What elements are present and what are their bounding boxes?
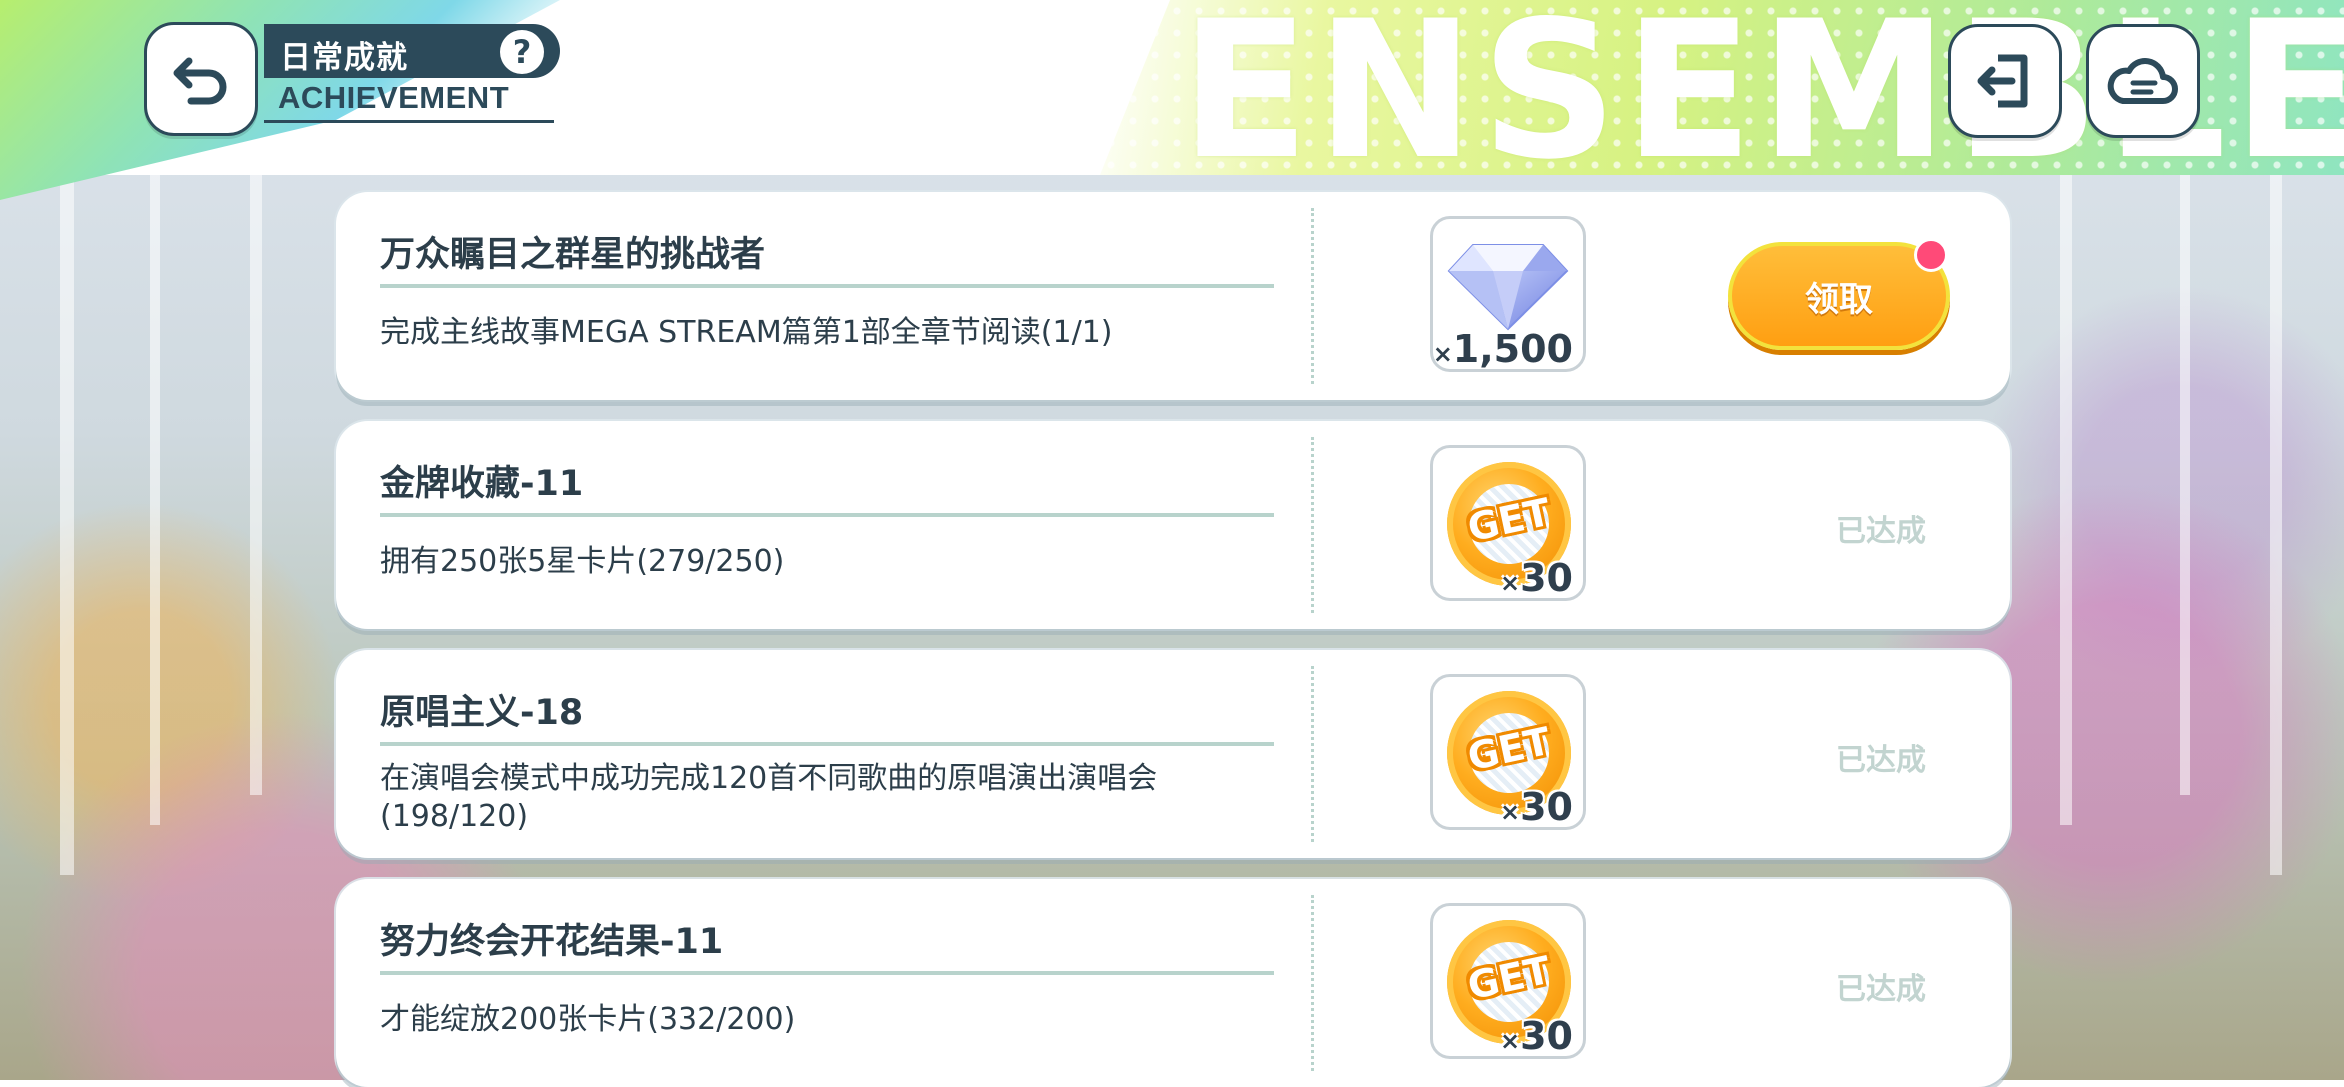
help-icon[interactable]: ? [500, 30, 544, 74]
exit-button[interactable] [1948, 24, 2062, 138]
column-separator [1311, 666, 1314, 842]
window-frame [150, 175, 160, 825]
column-separator [1311, 208, 1314, 384]
reward-quantity: ×30 [1500, 556, 1573, 600]
achievement-card: 万众瞩目之群星的挑战者 完成主线故事MEGA STREAM篇第1部全章节阅读(1… [336, 192, 2010, 400]
window-frame [250, 175, 262, 795]
achievement-title: 万众瞩目之群星的挑战者 [380, 235, 766, 275]
exit-icon [1977, 54, 2028, 108]
achievement-card: 努力终会开花结果-11 才能绽放200张卡片(332/200) GET ×30 … [336, 879, 2010, 1087]
achievement-card: 原唱主义-18 在演唱会模式中成功完成120首不同歌曲的原唱演出演唱会(198/… [336, 650, 2010, 858]
reward-quantity: ×30 [1500, 785, 1573, 829]
cloud-menu-icon [2107, 58, 2178, 104]
title-divider [380, 284, 1274, 288]
title-divider [380, 742, 1274, 746]
diamond-icon [1447, 244, 1569, 331]
reward-quantity: ×1,500 [1432, 327, 1573, 371]
back-arrow-icon [173, 57, 227, 105]
column-separator [1311, 895, 1314, 1071]
window-frame [2060, 175, 2072, 825]
reward-item[interactable]: GET ×30 [1430, 674, 1586, 830]
cloud-menu-button[interactable] [2086, 24, 2200, 138]
achievement-card: 金牌收藏-11 拥有250张5星卡片(279/250) GET ×30 已达成 [336, 421, 2010, 629]
achievement-title: 金牌收藏-11 [380, 464, 584, 504]
reward-item[interactable]: ×1,500 [1430, 216, 1586, 372]
reward-item[interactable]: GET ×30 [1430, 903, 1586, 1059]
window-frame [2180, 175, 2190, 795]
window-frame [2270, 175, 2282, 875]
back-button[interactable] [144, 22, 258, 136]
achieved-status: 已达成 [1836, 743, 1926, 778]
window-frame [60, 175, 74, 875]
title-divider [380, 971, 1274, 975]
achieved-status: 已达成 [1836, 972, 1926, 1007]
achievement-description: 在演唱会模式中成功完成120首不同歌曲的原唱演出演唱会(198/120) [380, 761, 1158, 834]
achievement-title: 努力终会开花结果-11 [380, 922, 724, 962]
achieved-status: 已达成 [1836, 514, 1926, 549]
achievement-description: 完成主线故事MEGA STREAM篇第1部全章节阅读(1/1) [380, 315, 1113, 350]
reward-quantity: ×30 [1500, 1014, 1573, 1058]
title-divider [380, 513, 1274, 517]
title-underline [264, 120, 554, 123]
achievement-description: 拥有250张5星卡片(279/250) [380, 544, 785, 579]
column-separator [1311, 437, 1314, 613]
page-title: 日常成就 [280, 40, 408, 76]
achievement-title: 原唱主义-18 [380, 693, 584, 733]
notification-dot [1914, 238, 1948, 272]
reward-item[interactable]: GET ×30 [1430, 445, 1586, 601]
page-subtitle: ACHIEVEMENT [278, 80, 510, 115]
achievement-description: 才能绽放200张卡片(332/200) [380, 1002, 796, 1037]
